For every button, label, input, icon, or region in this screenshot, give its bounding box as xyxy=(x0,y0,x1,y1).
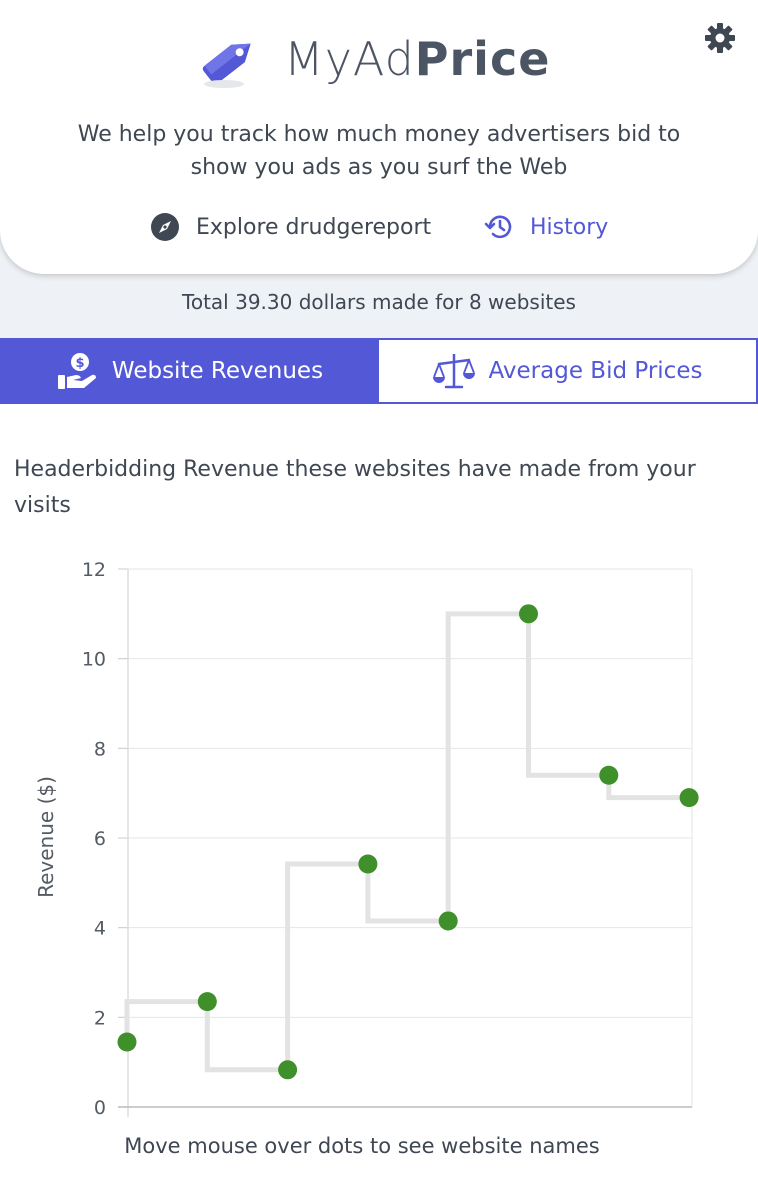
tab-website-revenues[interactable]: $ Website Revenues xyxy=(0,338,379,404)
y-axis-label: Revenue ($) xyxy=(34,776,58,898)
explore-link[interactable]: Explore drudgereport xyxy=(150,212,431,242)
tagline: We help you track how much money adverti… xyxy=(77,122,681,180)
chart-points xyxy=(117,604,699,1080)
data-point xyxy=(278,1060,298,1080)
data-point xyxy=(519,604,538,624)
data-point xyxy=(358,854,378,874)
step-segment xyxy=(365,864,449,924)
history-clock-icon xyxy=(484,215,512,239)
step-segment xyxy=(606,775,690,801)
step-segment xyxy=(445,611,529,921)
tab-bar: $ Website Revenues Average Bid Prices xyxy=(0,338,758,404)
header-card: MyAdPrice We help you track how much mon… xyxy=(0,0,758,274)
y-tick-label: 10 xyxy=(82,649,106,671)
chart-heading: Headerbidding Revenue these websites hav… xyxy=(14,457,696,518)
tab-average-bid-prices[interactable]: Average Bid Prices xyxy=(379,338,758,404)
gear-icon[interactable] xyxy=(704,22,736,54)
tab-average-bid-prices-label: Average Bid Prices xyxy=(488,358,703,384)
data-point xyxy=(599,765,619,785)
app-title-bold: Price xyxy=(414,32,551,86)
data-point xyxy=(197,992,217,1012)
history-link-label: History xyxy=(530,214,609,240)
price-tag-icon xyxy=(202,43,251,88)
step-segment xyxy=(285,861,368,1070)
hand-dollar-icon: $ xyxy=(57,353,96,389)
y-tick-label: 12 xyxy=(82,559,106,581)
y-tick-label: 4 xyxy=(94,918,106,940)
app-title: MyAdPrice xyxy=(284,28,550,90)
y-tick-label: 0 xyxy=(94,1097,106,1119)
popup-page: MyAdPrice We help you track how much mon… xyxy=(0,0,758,1196)
history-link[interactable]: History xyxy=(484,212,608,242)
y-tick-label: 6 xyxy=(94,828,106,850)
total-summary: Total 39.30 dollars made for 8 websites xyxy=(182,290,576,314)
step-segment xyxy=(124,999,208,1042)
app-logo: MyAdPrice xyxy=(200,28,550,90)
compass-icon xyxy=(151,213,179,241)
step-segment xyxy=(204,1001,288,1073)
data-point xyxy=(679,788,699,808)
y-tick-label: 2 xyxy=(94,1007,106,1029)
svg-text:$: $ xyxy=(75,356,84,371)
chart-axes: 0 2 4 6 8 10 12 xyxy=(82,559,692,1119)
chart-grid xyxy=(118,568,693,1107)
data-point xyxy=(438,911,458,931)
y-tick-label: 8 xyxy=(94,738,106,760)
revenue-chart: 0 2 4 6 8 10 12 Revenue ($) xyxy=(34,559,699,1119)
data-point xyxy=(117,1032,137,1052)
balance-scale-icon xyxy=(432,354,475,389)
step-segment xyxy=(526,613,609,778)
app-title-light: MyAd xyxy=(284,32,415,86)
chart-hint: Move mouse over dots to see website name… xyxy=(124,1134,600,1158)
explore-link-label: Explore drudgereport xyxy=(196,214,432,240)
tab-website-revenues-label: Website Revenues xyxy=(111,358,324,384)
